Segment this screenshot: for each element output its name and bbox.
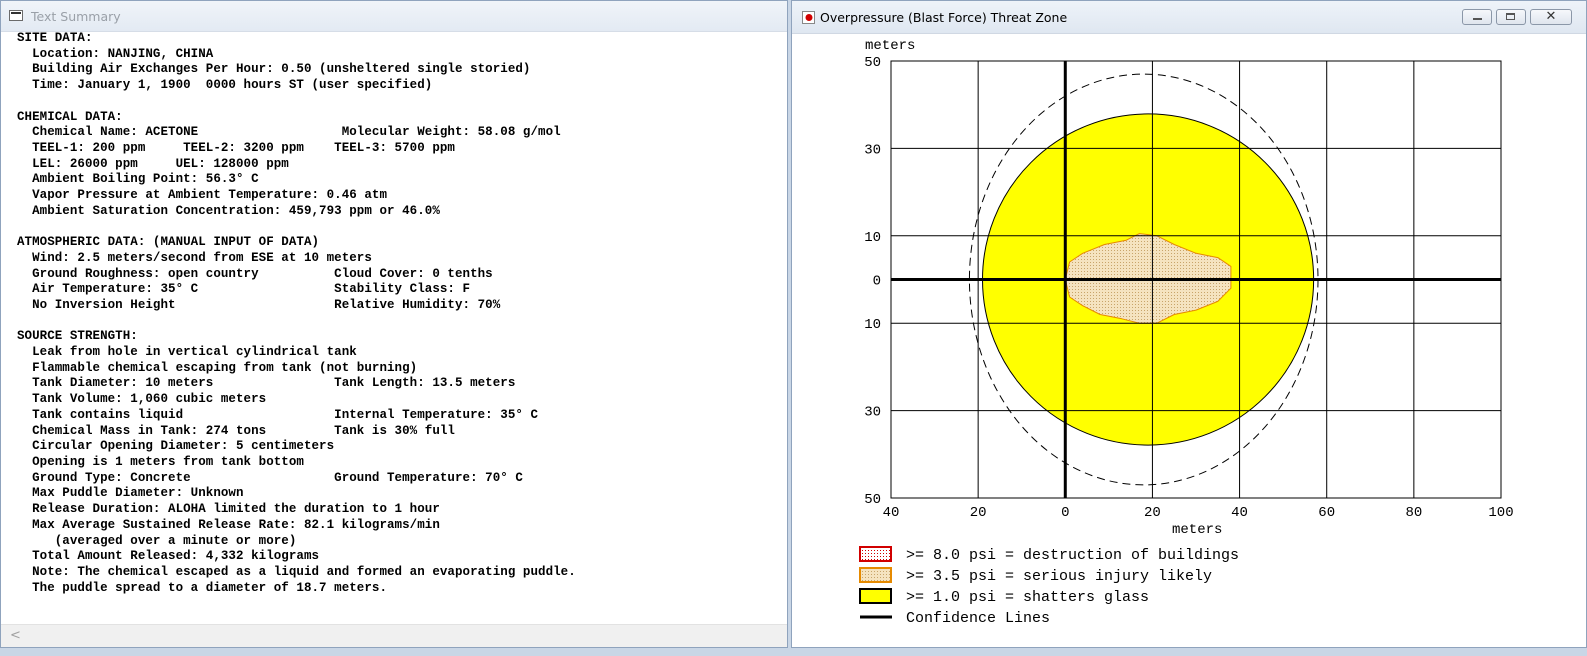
summary-line: LEL: 26000 ppm UEL: 128000 ppm: [17, 156, 289, 171]
summary-line: Ground Roughness: open country Cloud Cov…: [17, 266, 493, 281]
legend-label: >= 3.5 psi = serious injury likely: [906, 568, 1212, 585]
summary-line: Chemical Mass in Tank: 274 tons Tank is …: [17, 423, 455, 438]
x-axis-label: meters: [1172, 522, 1222, 538]
summary-line: Ground Type: Concrete Ground Temperature…: [17, 470, 523, 485]
maximize-button[interactable]: [1496, 9, 1526, 25]
text-summary-title: Text Summary: [31, 9, 121, 24]
x-tick-label: 20: [1144, 505, 1161, 521]
x-tick-label: 60: [1318, 505, 1335, 521]
scroll-left-icon[interactable]: <: [10, 628, 21, 643]
summary-line: Flammable chemical escaping from tank (n…: [17, 360, 418, 375]
text-summary-titlebar[interactable]: Text Summary: [1, 1, 787, 32]
y-tick-label: 30: [864, 405, 881, 421]
x-tick-label: 100: [1488, 505, 1513, 521]
minimize-button[interactable]: [1462, 9, 1492, 25]
summary-line: Air Temperature: 35° C Stability Class: …: [17, 282, 471, 297]
summary-line: Max Average Sustained Release Rate: 82.1…: [17, 517, 440, 532]
summary-line: Ambient Boiling Point: 56.3° C: [17, 172, 259, 187]
y-tick-label: 50: [864, 492, 881, 508]
summary-line: Tank contains liquid Internal Temperatur…: [17, 407, 539, 422]
summary-line: Tank Volume: 1,060 cubic meters: [17, 392, 267, 407]
y-tick-label: 0: [873, 274, 881, 290]
summary-line: The puddle spread to a diameter of 18.7 …: [17, 580, 388, 595]
x-tick-label: 40: [883, 505, 900, 521]
summary-line: Building Air Exchanges Per Hour: 0.50 (u…: [17, 62, 531, 77]
plot-legend: >= 8.0 psi = destruction of buildings >= …: [859, 546, 1239, 627]
threat-zone-icon: [802, 11, 815, 24]
summary-line: Chemical Name: ACETONE Molecular Weight:…: [17, 125, 561, 140]
threat-zone-window: Overpressure (Blast Force) Threat Zone ✕…: [791, 0, 1587, 648]
summary-line: No Inversion Height Relative Humidity: 7…: [17, 297, 501, 312]
summary-line: Wind: 2.5 meters/second from ESE at 10 m…: [17, 250, 372, 265]
summary-line: CHEMICAL DATA:: [17, 109, 123, 124]
summary-line: TEEL-1: 200 ppm TEEL-2: 3200 ppm TEEL-3:…: [17, 140, 455, 155]
summary-line: ATMOSPHERIC DATA: (MANUAL INPUT OF DATA): [17, 235, 320, 250]
threat-zone-title: Overpressure (Blast Force) Threat Zone: [820, 10, 1068, 25]
threat-zone-titlebar[interactable]: Overpressure (Blast Force) Threat Zone ✕: [792, 1, 1586, 34]
horizontal-scrollbar[interactable]: <: [1, 624, 787, 647]
legend-label: >= 1.0 psi = shatters glass: [906, 589, 1149, 606]
x-tick-label: 20: [970, 505, 987, 521]
summary-line: SOURCE STRENGTH:: [17, 329, 138, 344]
y-tick-labels: 50 30 10 0 10 30 50: [864, 55, 881, 508]
summary-line: Opening is 1 meters from tank bottom: [17, 454, 304, 469]
text-summary-window: Text Summary SITE DATA: Location: NANJIN…: [0, 0, 788, 648]
text-window-icon: [9, 10, 23, 21]
summary-line: Note: The chemical escaped as a liquid a…: [17, 564, 576, 579]
y-tick-label: 10: [864, 317, 881, 333]
summary-line: SITE DATA:: [17, 31, 93, 45]
summary-line: Tank Diameter: 10 meters Tank Length: 13…: [17, 376, 516, 391]
y-tick-label: 10: [864, 230, 881, 246]
summary-line: Leak from hole in vertical cylindrical t…: [17, 345, 357, 360]
x-tick-label: 40: [1231, 505, 1248, 521]
x-tick-label: 0: [1061, 505, 1069, 521]
close-icon: ✕: [1545, 9, 1557, 24]
summary-text: SITE DATA: Location: NANJING, CHINA Buil…: [17, 31, 576, 596]
legend-swatch-yellow: [859, 588, 892, 604]
legend-label: >= 8.0 psi = destruction of buildings: [906, 547, 1239, 564]
summary-line: Vapor Pressure at Ambient Temperature: 0…: [17, 188, 388, 203]
close-button[interactable]: ✕: [1530, 9, 1572, 25]
summary-line: Ambient Saturation Concentration: 459,79…: [17, 203, 440, 218]
x-tick-labels: 40 20 0 20 40 60 80 100: [883, 505, 1514, 521]
summary-line: Location: NANJING, CHINA: [17, 46, 214, 61]
y-tick-label: 30: [864, 142, 881, 158]
y-tick-label: 50: [864, 55, 881, 71]
y-axis-label: meters: [865, 38, 915, 54]
legend-label: Confidence Lines: [906, 610, 1050, 627]
legend-swatch-orange-dotted: [859, 567, 892, 583]
summary-line: Total Amount Released: 4,332 kilograms: [17, 549, 320, 564]
threat-zone-plot: meters 5030100103050 40 20 0 20 40 60 80 100 me…: [859, 38, 1514, 627]
summary-line: Circular Opening Diameter: 5 centimeters: [17, 439, 335, 454]
summary-line: Release Duration: ALOHA limited the dura…: [17, 502, 440, 517]
summary-line: (averaged over a minute or more): [17, 533, 297, 548]
x-tick-label: 80: [1405, 505, 1422, 521]
summary-line: Max Puddle Diameter: Unknown: [17, 486, 244, 501]
legend-swatch-red-dotted: [859, 546, 892, 562]
summary-line: Time: January 1, 1900 0000 hours ST (use…: [17, 78, 433, 93]
